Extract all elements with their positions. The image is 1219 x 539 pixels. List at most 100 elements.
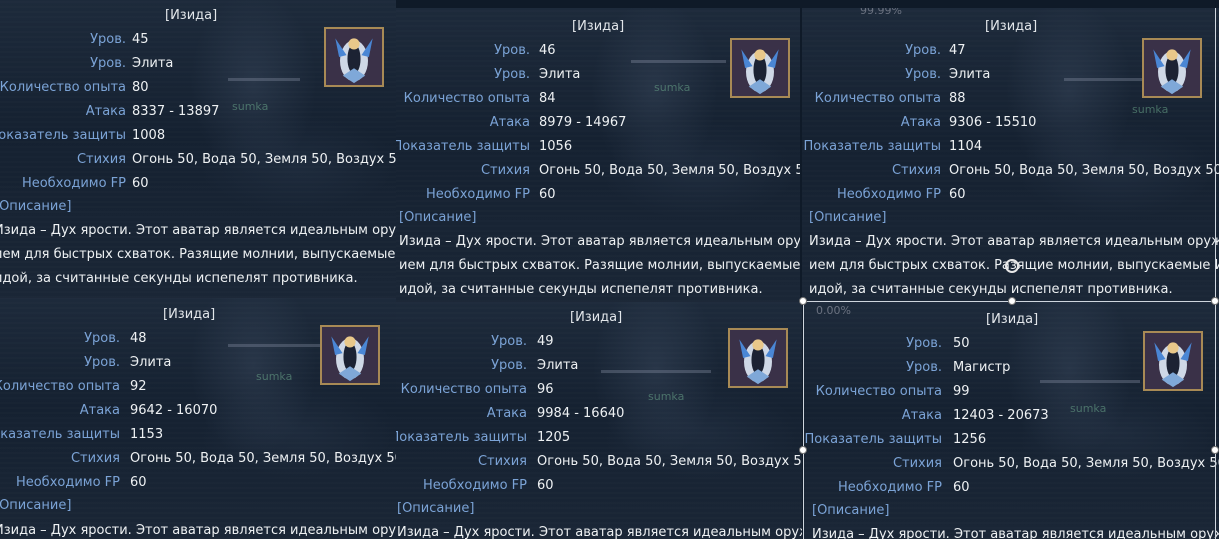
background-hp-bar bbox=[1064, 78, 1144, 81]
rank-value: Элита bbox=[949, 67, 991, 82]
isida-portrait bbox=[730, 38, 790, 98]
description-line: Изида – Дух ярости. Этот аватар является… bbox=[809, 234, 1219, 249]
exp-label: Количество опыта bbox=[814, 91, 941, 106]
description-text: Изида – Дух ярости. Этот аватар является… bbox=[812, 523, 1219, 539]
description-text: Изида – Дух ярости. Этот аватар является… bbox=[0, 219, 396, 291]
isida-portrait bbox=[728, 328, 788, 388]
attack-value: 9642 - 16070 bbox=[130, 403, 218, 418]
attack-value: 8979 - 14967 bbox=[539, 115, 627, 130]
rank-label: Уров. bbox=[90, 56, 126, 71]
attack-value: 12403 - 20673 bbox=[953, 408, 1049, 423]
attack-label: Атака bbox=[901, 408, 942, 423]
card-title: [Изида] bbox=[572, 19, 625, 34]
exp-value: 84 bbox=[539, 91, 556, 106]
background-player-name: sumka bbox=[256, 370, 293, 383]
avatar-card-level-49: sumka [Изида] Уров. 49 Уров. Элита Колич… bbox=[396, 302, 802, 539]
exp-value: 88 bbox=[949, 91, 966, 106]
defense-label: Показатель защиты bbox=[0, 128, 126, 143]
defense-label: Показатель защиты bbox=[803, 139, 941, 154]
card-title: [Изида] bbox=[163, 307, 216, 322]
rotate-handle[interactable] bbox=[1005, 259, 1019, 273]
avatar-card-level-46: sumka [Изида] Уров. 46 Уров. Элита Колич… bbox=[396, 8, 800, 302]
element-label: Стихия bbox=[892, 456, 942, 471]
fp-value: 60 bbox=[132, 176, 149, 191]
defense-value: 1256 bbox=[953, 432, 987, 447]
exp-value: 92 bbox=[130, 379, 147, 394]
exp-label: Количество опыта bbox=[400, 382, 527, 397]
fp-label: Необходимо FP bbox=[15, 475, 120, 490]
attack-label: Атака bbox=[85, 104, 126, 119]
attack-label: Атака bbox=[900, 115, 941, 130]
resize-handle-right-middle[interactable] bbox=[1211, 446, 1219, 454]
background-hp-bar bbox=[1040, 380, 1140, 383]
exp-label: Количество опыта bbox=[403, 91, 530, 106]
element-label: Стихия bbox=[891, 163, 941, 178]
element-label: Стихия bbox=[477, 454, 527, 469]
element-label: Стихия bbox=[76, 152, 126, 167]
element-value: Огонь 50, Вода 50, Земля 50, Воздух 50 bbox=[537, 454, 802, 469]
defense-value: 1153 bbox=[130, 427, 164, 442]
level-label: Уров. bbox=[494, 43, 530, 58]
fp-label: Необходимо FP bbox=[836, 187, 941, 202]
element-value: Огонь 50, Вода 50, Земля 50, Воздух 50 bbox=[949, 163, 1219, 178]
avatar-card-level-50: sumka 0.00% [Изида] Уров. 50 Уров. Магис… bbox=[804, 302, 1219, 539]
rank-label: Уров. bbox=[84, 355, 120, 370]
exp-label: Количество опыта bbox=[0, 379, 120, 394]
rank-value: Элита bbox=[132, 56, 174, 71]
background-percent: 0.00% bbox=[816, 304, 851, 317]
background-hp-bar bbox=[228, 344, 320, 347]
defense-label: Показатель защиты bbox=[396, 139, 530, 154]
resize-handle-top-right[interactable] bbox=[1211, 297, 1219, 305]
description-link[interactable]: [Описание] bbox=[0, 199, 71, 214]
background-player-name: sumka bbox=[654, 81, 691, 94]
exp-value: 80 bbox=[132, 80, 149, 95]
level-label: Уров. bbox=[905, 43, 941, 58]
isida-portrait bbox=[320, 325, 380, 385]
isida-portrait bbox=[1143, 331, 1203, 391]
defense-value: 1205 bbox=[537, 430, 571, 445]
description-line: ием для быстрых схваток. Разящие молнии,… bbox=[399, 258, 800, 273]
description-link[interactable]: [Описание] bbox=[399, 210, 476, 225]
exp-value: 96 bbox=[537, 382, 554, 397]
description-line: ием для быстрых схваток. Разящие молнии,… bbox=[0, 247, 396, 262]
description-text: Изида – Дух ярости. Этот аватар является… bbox=[0, 519, 396, 539]
description-text: Изида – Дух ярости. Этот аватар является… bbox=[399, 230, 800, 302]
resize-handle-top-middle[interactable] bbox=[1008, 297, 1016, 305]
element-value: Огонь 50, Вода 50, Земля 50, Воздух 50 bbox=[539, 163, 800, 178]
fp-label: Необходимо FP bbox=[21, 176, 126, 191]
attack-value: 9984 - 16640 bbox=[537, 406, 625, 421]
background-hp-bar bbox=[601, 370, 711, 373]
rank-label: Уров. bbox=[906, 360, 942, 375]
resize-handle-top-left[interactable] bbox=[799, 297, 807, 305]
background-player-name: sumka bbox=[648, 390, 685, 403]
description-link[interactable]: [Описание] bbox=[0, 498, 71, 513]
fp-value: 60 bbox=[949, 187, 966, 202]
defense-value: 1056 bbox=[539, 139, 573, 154]
level-label: Уров. bbox=[906, 336, 942, 351]
description-line: Изида – Дух ярости. Этот аватар является… bbox=[0, 523, 396, 538]
resize-handle-left-middle[interactable] bbox=[799, 446, 807, 454]
attack-value: 9306 - 15510 bbox=[949, 115, 1037, 130]
fp-value: 60 bbox=[130, 475, 147, 490]
description-line: Изида – Дух ярости. Этот аватар является… bbox=[397, 525, 802, 539]
attack-label: Атака bbox=[489, 115, 530, 130]
level-label: Уров. bbox=[491, 334, 527, 349]
card-title: [Изида] bbox=[165, 8, 218, 23]
element-value: Огонь 50, Вода 50, Земля 50, Воздух 50 bbox=[953, 456, 1219, 471]
rank-value: Элита bbox=[539, 67, 581, 82]
level-label: Уров. bbox=[84, 331, 120, 346]
isida-portrait bbox=[1142, 38, 1202, 98]
card-title: [Изида] bbox=[985, 19, 1038, 34]
level-value: 46 bbox=[539, 43, 556, 58]
description-link[interactable]: [Описание] bbox=[397, 501, 474, 516]
element-value: Огонь 50, Вода 50, Земля 50, Воздух 50 bbox=[132, 152, 396, 167]
description-link[interactable]: [Описание] bbox=[812, 503, 889, 518]
description-link[interactable]: [Описание] bbox=[809, 210, 886, 225]
level-value: 48 bbox=[130, 331, 147, 346]
selection-border-left bbox=[803, 301, 804, 539]
description-line: Изида – Дух ярости. Этот аватар является… bbox=[0, 223, 396, 238]
defense-label: Показатель защиты bbox=[0, 427, 120, 442]
card-title: [Изида] bbox=[986, 312, 1039, 327]
rank-label: Уров. bbox=[491, 358, 527, 373]
rank-value: Магистр bbox=[953, 360, 1011, 375]
